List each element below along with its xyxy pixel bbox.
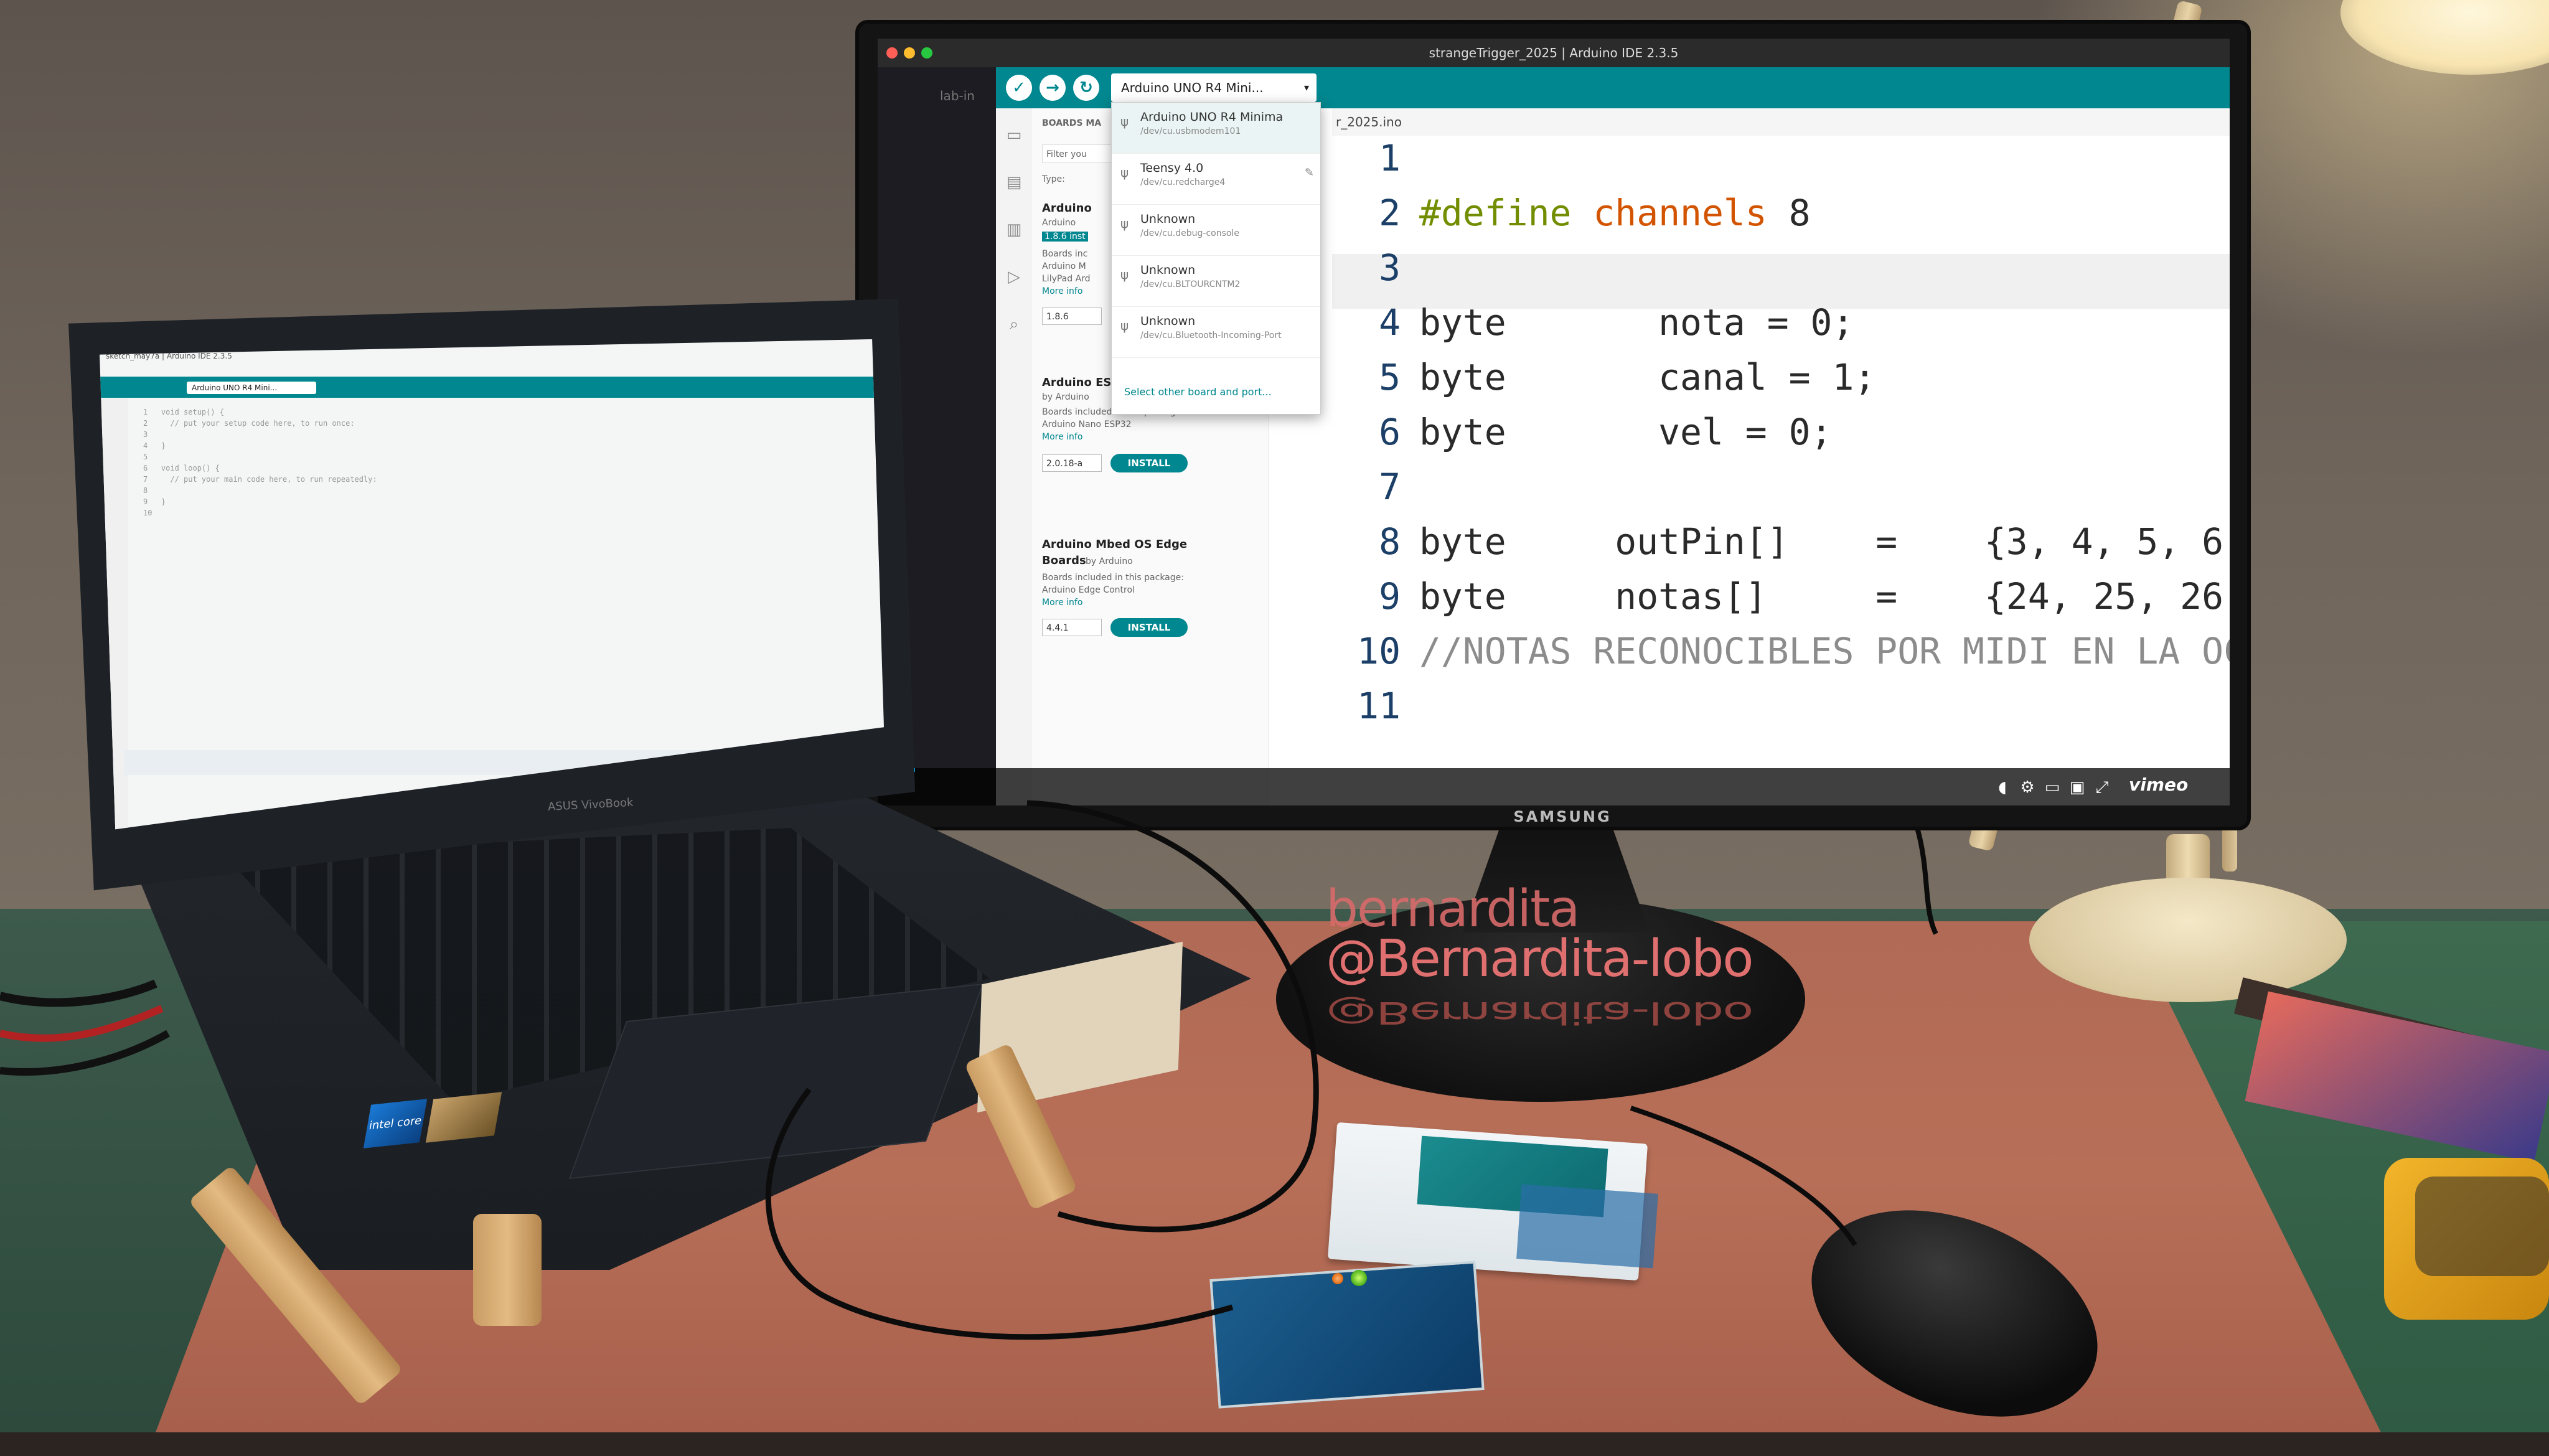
laptop-cable-1 — [0, 979, 157, 1007]
cables — [0, 800, 1938, 1340]
monitor-cable — [1915, 827, 1938, 935]
laptop-cable-red — [0, 1005, 164, 1042]
arduino-cable — [765, 1087, 1234, 1340]
usb-cable — [1026, 800, 1319, 1233]
mouse-cable — [1630, 1106, 1857, 1247]
